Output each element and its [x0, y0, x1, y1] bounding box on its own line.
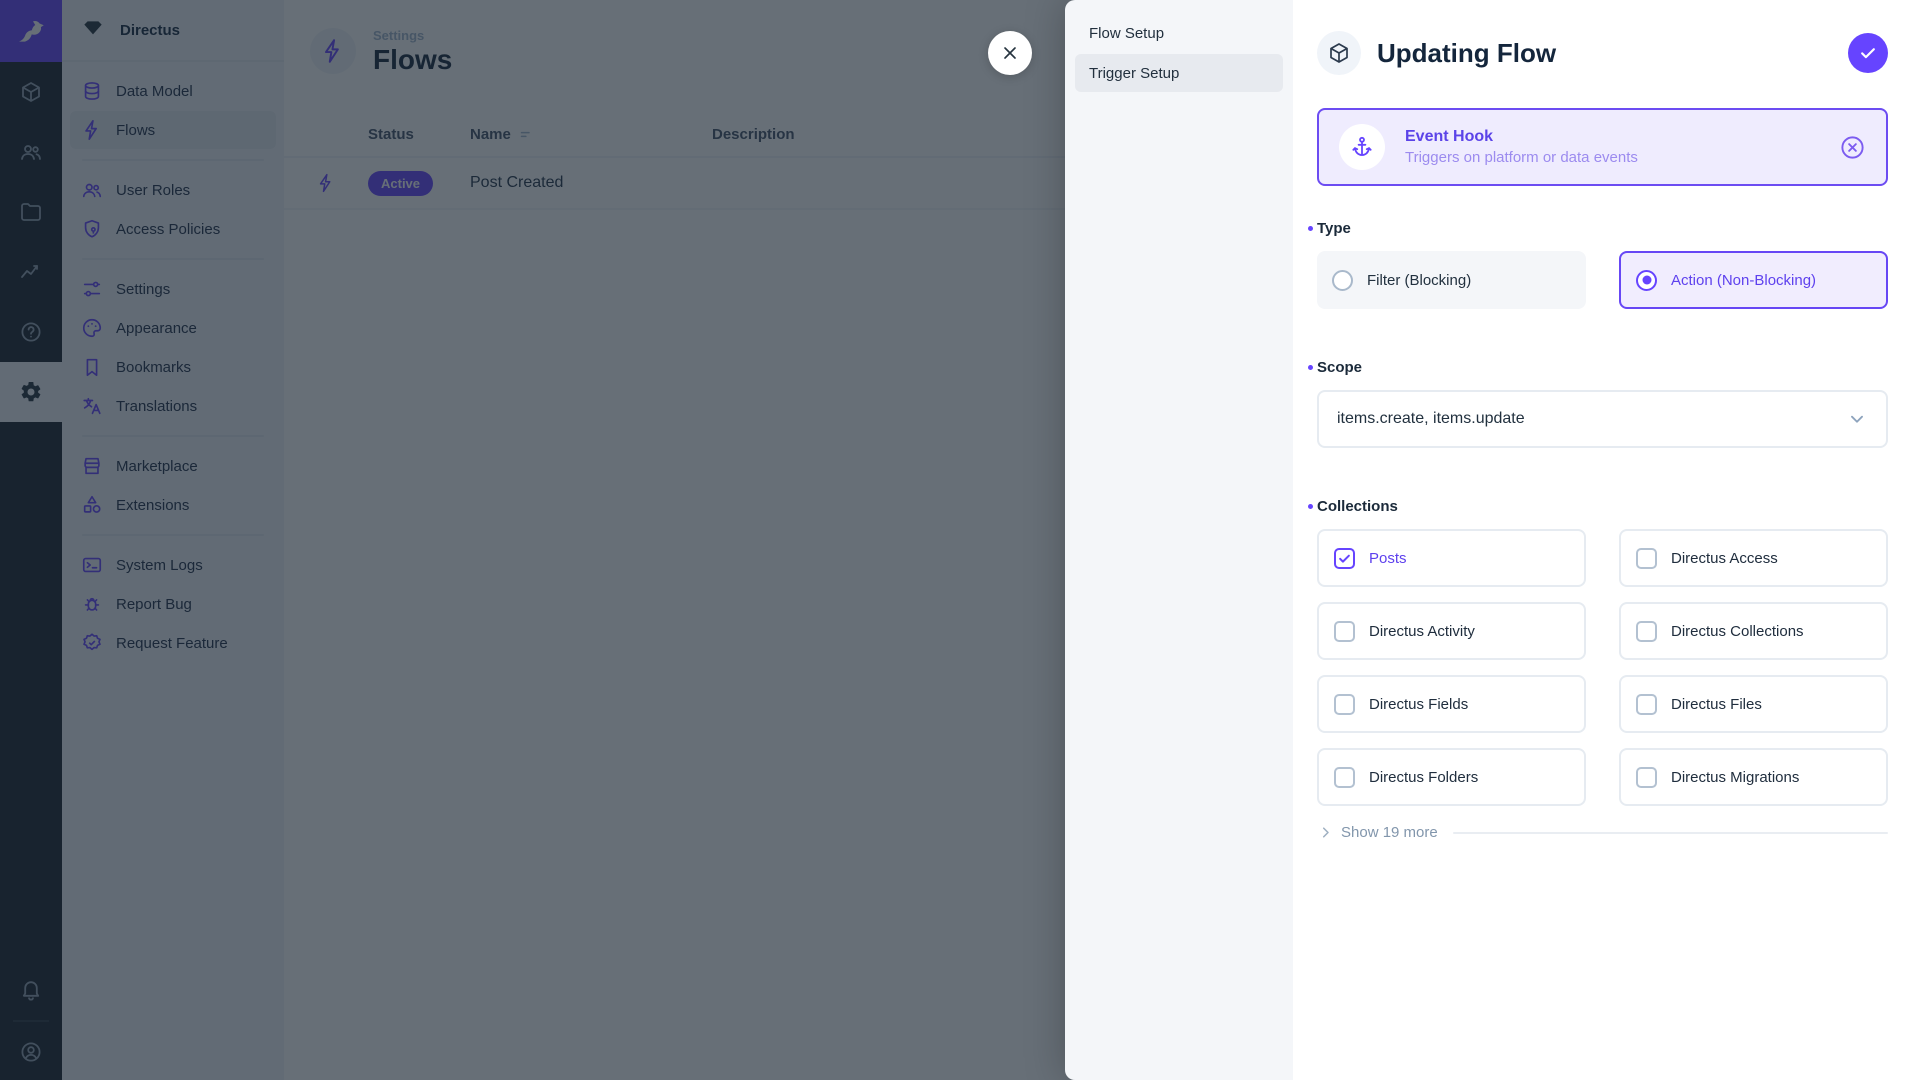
cancel-circle-icon	[1839, 134, 1866, 161]
box-icon	[1327, 41, 1351, 65]
drawer-title: Updating Flow	[1377, 38, 1832, 69]
drawer-header-icon-button[interactable]	[1317, 31, 1361, 75]
drawer-nav-trigger-setup[interactable]: Trigger Setup	[1075, 54, 1283, 92]
checkbox-icon	[1334, 767, 1355, 788]
show-more-label: Show 19 more	[1341, 824, 1438, 841]
updating-flow-drawer: Flow Setup Trigger Setup Updating Flow E…	[1065, 0, 1920, 1080]
checkbox-directus-fields[interactable]: Directus Fields	[1317, 675, 1586, 733]
checkbox-icon	[1334, 694, 1355, 715]
checkbox-icon	[1636, 694, 1657, 715]
checkbox-checked-icon	[1334, 548, 1355, 569]
type-label: Type	[1317, 220, 1351, 237]
check-icon	[1858, 43, 1878, 63]
show-more-button[interactable]: Show 19 more	[1317, 824, 1888, 841]
checkbox-directus-activity[interactable]: Directus Activity	[1317, 602, 1586, 660]
drawer-main: Updating Flow Event Hook Triggers on pla…	[1293, 0, 1920, 1080]
collections-label: Collections	[1317, 498, 1398, 515]
scope-field: Scope items.create, items.update	[1317, 359, 1888, 448]
drawer-nav: Flow Setup Trigger Setup	[1065, 0, 1293, 1080]
checkbox-icon	[1636, 767, 1657, 788]
checkbox-directus-files[interactable]: Directus Files	[1619, 675, 1888, 733]
checkbox-directus-access[interactable]: Directus Access	[1619, 529, 1888, 587]
trigger-type-title: Event Hook	[1405, 128, 1819, 146]
checkbox-icon	[1636, 548, 1657, 569]
scope-value: items.create, items.update	[1337, 410, 1846, 428]
checkbox-directus-migrations[interactable]: Directus Migrations	[1619, 748, 1888, 806]
radio-filter-blocking[interactable]: Filter (Blocking)	[1317, 251, 1586, 309]
checkbox-icon	[1334, 621, 1355, 642]
chevron-right-icon	[1317, 824, 1334, 841]
event-hook-card[interactable]: Event Hook Triggers on platform or data …	[1317, 108, 1888, 186]
drawer-nav-flow-setup[interactable]: Flow Setup	[1075, 14, 1283, 52]
anchor-icon	[1339, 124, 1385, 170]
radio-action-non-blocking[interactable]: Action (Non-Blocking)	[1619, 251, 1888, 309]
radio-icon	[1332, 270, 1353, 291]
show-more-divider	[1453, 832, 1888, 834]
scope-label: Scope	[1317, 359, 1362, 376]
drawer-close-button[interactable]	[988, 31, 1032, 75]
chevron-down-icon	[1846, 408, 1868, 430]
scope-select[interactable]: items.create, items.update	[1317, 390, 1888, 448]
checkbox-posts[interactable]: Posts	[1317, 529, 1586, 587]
remove-trigger-button[interactable]	[1839, 134, 1866, 161]
trigger-type-subtitle: Triggers on platform or data events	[1405, 149, 1819, 166]
collections-field: Collections Posts Directus Access	[1317, 498, 1888, 841]
radio-checked-icon	[1636, 270, 1657, 291]
checkbox-icon	[1636, 621, 1657, 642]
save-button[interactable]	[1848, 33, 1888, 73]
checkbox-directus-collections[interactable]: Directus Collections	[1619, 602, 1888, 660]
checkbox-directus-folders[interactable]: Directus Folders	[1317, 748, 1586, 806]
type-field: Type Filter (Blocking) Action (Non-Block…	[1317, 220, 1888, 309]
close-icon	[1000, 43, 1020, 63]
